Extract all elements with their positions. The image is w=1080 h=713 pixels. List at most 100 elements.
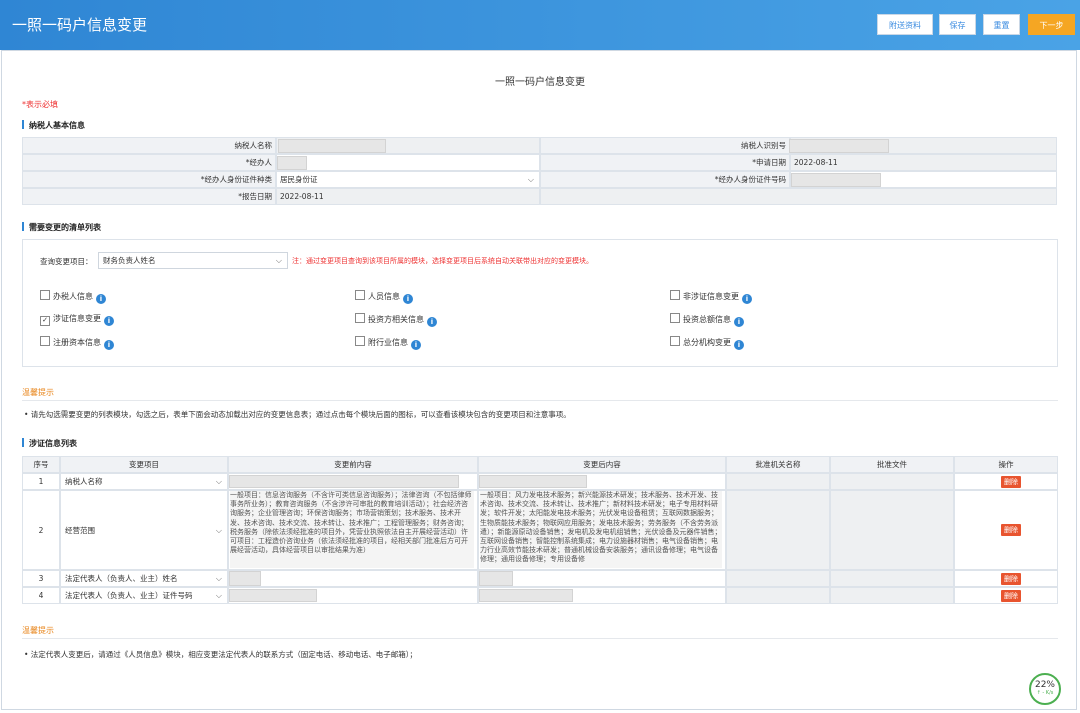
empty-cell: [540, 188, 1057, 205]
apply-date-field: 2022-08-11: [790, 154, 1057, 171]
checkbox-box[interactable]: [355, 313, 365, 323]
row-no: 1: [22, 473, 60, 490]
info-icon[interactable]: i: [734, 340, 744, 350]
checkbox-box[interactable]: [355, 290, 365, 300]
change-item-value: 经营范围: [65, 526, 95, 535]
redacted-after: [479, 571, 513, 586]
tip-text: • 法定代表人变更后，请通过《人员信息》模块，相应变更法定代表人的联系方式（固定…: [24, 650, 418, 659]
chevron-down-icon: ⌵: [215, 574, 222, 583]
attach-documents-button[interactable]: 附送资料: [877, 14, 933, 35]
delete-button[interactable]: 删除: [1001, 590, 1021, 602]
info-icon[interactable]: i: [427, 317, 437, 327]
delete-button[interactable]: 删除: [1001, 573, 1021, 585]
approval-doc-cell[interactable]: [830, 473, 954, 490]
col-header-action: 操作: [954, 456, 1058, 473]
reset-button[interactable]: 重置: [983, 14, 1020, 35]
required-note: *表示必填: [22, 100, 58, 109]
redacted-taxpayer-id: [789, 139, 889, 153]
approval-doc-cell[interactable]: [830, 490, 954, 570]
checkbox-label: 非涉证信息变更: [683, 292, 739, 301]
row-no: 3: [22, 570, 60, 587]
basic-info-section-title: 纳税人基本信息: [22, 120, 85, 131]
checkbox-box[interactable]: [670, 313, 680, 323]
approval-doc-cell[interactable]: [830, 587, 954, 604]
info-icon[interactable]: i: [96, 294, 106, 304]
info-icon[interactable]: i: [104, 340, 114, 350]
save-button[interactable]: 保存: [939, 14, 976, 35]
approver-cell[interactable]: [726, 473, 830, 490]
id-no-label: *经办人身份证件号码: [540, 171, 790, 188]
chevron-down-icon: ⌵: [215, 477, 222, 486]
row-no: 2: [22, 490, 60, 570]
query-label: 查询变更项目：: [40, 257, 93, 266]
id-type-select[interactable]: 居民身份证 ⌵: [276, 171, 540, 188]
change-item-value: 法定代表人（负责人、业主）证件号码: [65, 591, 193, 600]
checkbox-box[interactable]: [355, 336, 365, 346]
change-item-select[interactable]: 经营范围 ⌵: [60, 490, 228, 570]
checkbox-label: 办税人信息: [53, 292, 93, 301]
change-item-select[interactable]: 法定代表人（负责人、业主）姓名 ⌵: [60, 570, 228, 587]
delete-button[interactable]: 删除: [1001, 476, 1021, 488]
report-date-label: *报告日期: [22, 188, 276, 205]
checkbox-branch-change[interactable]: 总分机构变更 i: [670, 336, 744, 350]
next-button[interactable]: 下一步: [1028, 14, 1075, 35]
agent-field[interactable]: [276, 154, 540, 171]
change-item-value: 纳税人名称: [65, 477, 103, 486]
checkbox-registered-capital[interactable]: 注册资本信息 i: [40, 336, 114, 350]
checkbox-label: 总分机构变更: [683, 338, 731, 347]
tip-title: 温馨提示: [22, 388, 54, 397]
chevron-down-icon: ⌵: [527, 175, 534, 184]
app-title: 一照一码户信息变更: [12, 16, 148, 34]
row-no: 4: [22, 587, 60, 604]
checkbox-investor-info[interactable]: 投资方相关信息 i: [355, 313, 437, 327]
progress-percent: 22%: [1034, 680, 1055, 690]
checkbox-cert-change[interactable]: ✓ 涉证信息变更 i: [40, 313, 114, 326]
network-speed-widget[interactable]: 22% ↑ - K/s: [1029, 673, 1061, 705]
checkbox-box[interactable]: [670, 290, 680, 300]
taxpayer-name-label: 纳税人名称: [22, 137, 276, 154]
checkbox-checked[interactable]: ✓: [40, 316, 50, 326]
tip-text: • 请先勾选需要变更的列表模块，勾选之后，表单下面会动态加载出对应的变更信息表；…: [24, 410, 571, 419]
info-icon[interactable]: i: [734, 317, 744, 327]
change-item-select[interactable]: 纳税人名称 ⌵: [60, 473, 228, 490]
approver-cell[interactable]: [726, 587, 830, 604]
info-icon[interactable]: i: [742, 294, 752, 304]
approver-cell[interactable]: [726, 490, 830, 570]
query-select[interactable]: 财务负责人姓名 ⌵: [98, 252, 288, 269]
checkbox-total-investment[interactable]: 投资总额信息 i: [670, 313, 744, 327]
checkbox-box[interactable]: [670, 336, 680, 346]
redacted-after: [479, 475, 587, 488]
delete-button[interactable]: 删除: [1001, 524, 1021, 536]
col-header-after: 变更后内容: [478, 456, 726, 473]
checkbox-non-cert-change[interactable]: 非涉证信息变更 i: [670, 290, 752, 304]
info-icon[interactable]: i: [104, 316, 114, 326]
checkbox-box[interactable]: [40, 290, 50, 300]
approver-cell[interactable]: [726, 570, 830, 587]
redacted-id-no: [791, 173, 881, 187]
info-icon[interactable]: i: [411, 340, 421, 350]
checkbox-label: 人员信息: [368, 292, 400, 301]
taxpayer-id-label: 纳税人识别号: [540, 137, 790, 154]
checkbox-taxhandler-info[interactable]: 办税人信息 i: [40, 290, 106, 304]
apply-date-label: *申请日期: [540, 154, 790, 171]
checkbox-label: 投资总额信息: [683, 315, 731, 324]
checkbox-industry-info[interactable]: 附行业信息 i: [355, 336, 421, 350]
before-content-text: 一般项目：信息咨询服务（不含许可类信息咨询服务）；法律咨询（不包括律师事务所业务…: [230, 491, 474, 568]
col-header-approver: 批准机关名称: [726, 456, 830, 473]
id-type-value: 居民身份证: [280, 175, 318, 184]
approval-doc-cell[interactable]: [830, 570, 954, 587]
checkbox-personnel-info[interactable]: 人员信息 i: [355, 290, 413, 304]
after-content-cell[interactable]: [478, 570, 726, 587]
checkbox-label: 涉证信息变更: [53, 314, 101, 323]
top-bar: 一照一码户信息变更 附送资料 保存 重置 下一步: [0, 0, 1080, 50]
report-date-field: 2022-08-11: [276, 188, 540, 205]
speed-text: ↑ - K/s: [1036, 690, 1054, 696]
col-header-no: 序号: [22, 456, 60, 473]
checkbox-box[interactable]: [40, 336, 50, 346]
info-icon[interactable]: i: [403, 294, 413, 304]
after-content-text[interactable]: 一般项目：风力发电技术服务；新兴能源技术研发；技术服务、技术开发、技术咨询、技术…: [480, 491, 722, 568]
change-item-select[interactable]: 法定代表人（负责人、业主）证件号码 ⌵: [60, 587, 228, 604]
col-header-approval-doc: 批准文件: [830, 456, 954, 473]
col-header-before: 变更前内容: [228, 456, 478, 473]
id-type-label: *经办人身份证件种类: [22, 171, 276, 188]
